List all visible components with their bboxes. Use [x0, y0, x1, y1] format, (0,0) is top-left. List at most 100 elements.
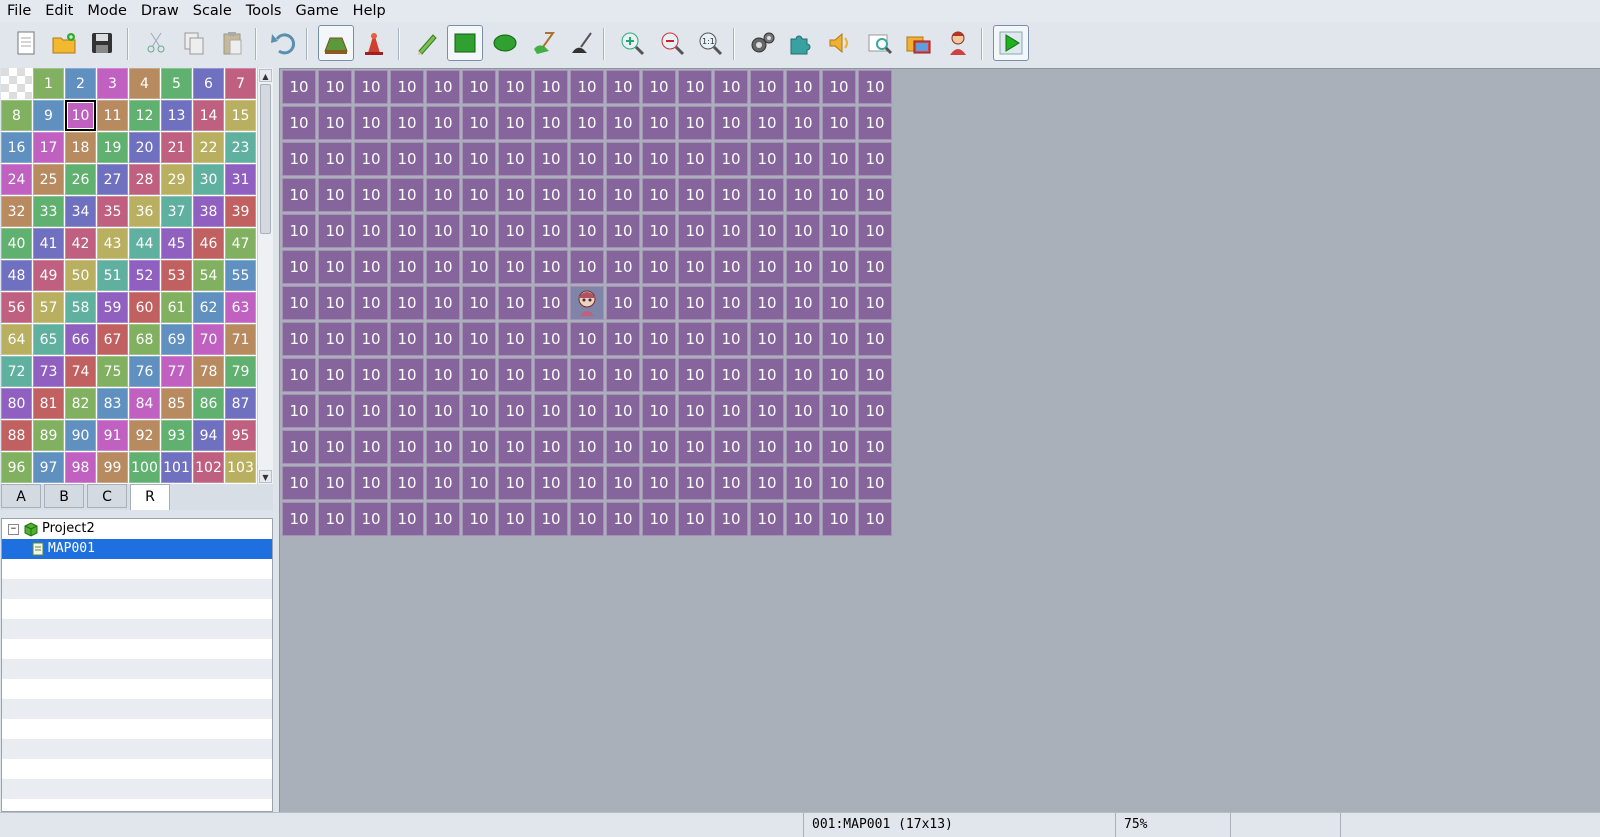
- map-tile[interactable]: 10: [678, 286, 712, 320]
- map-tile[interactable]: 10: [354, 358, 388, 392]
- palette-scrollbar[interactable]: ▲ ▼: [257, 68, 273, 484]
- menu-edit[interactable]: Edit: [38, 0, 80, 22]
- map-tile[interactable]: 10: [498, 70, 532, 104]
- palette-tile[interactable]: 28: [129, 164, 160, 195]
- map-tile[interactable]: 10: [570, 250, 604, 284]
- map-tile[interactable]: 10: [750, 322, 784, 356]
- map-tile[interactable]: 10: [606, 142, 640, 176]
- map-tile[interactable]: 10: [318, 358, 352, 392]
- zoom-out-button[interactable]: [654, 25, 690, 61]
- map-tile[interactable]: 10: [282, 142, 316, 176]
- menu-draw[interactable]: Draw: [134, 0, 186, 22]
- palette-tile[interactable]: 12: [129, 100, 160, 131]
- map-tile[interactable]: 10: [678, 502, 712, 536]
- map-tile[interactable]: 10: [498, 178, 532, 212]
- palette-tile[interactable]: 7: [225, 68, 256, 99]
- palette-tile[interactable]: 20: [129, 132, 160, 163]
- map-tile[interactable]: 10: [282, 106, 316, 140]
- map-tile[interactable]: 10: [714, 322, 748, 356]
- palette-tile[interactable]: 4: [129, 68, 160, 99]
- map-tile[interactable]: 10: [318, 106, 352, 140]
- map-tile[interactable]: 10: [642, 322, 676, 356]
- map-tile[interactable]: 10: [498, 430, 532, 464]
- map-tile[interactable]: 10: [678, 70, 712, 104]
- palette-tile[interactable]: 75: [97, 356, 128, 387]
- map-tile[interactable]: 10: [354, 214, 388, 248]
- map-tile[interactable]: 10: [570, 70, 604, 104]
- map-tile[interactable]: 10: [714, 466, 748, 500]
- palette-tile[interactable]: 3: [97, 68, 128, 99]
- map-tile[interactable]: 10: [534, 286, 568, 320]
- map-tile[interactable]: 10: [498, 466, 532, 500]
- map-tile[interactable]: 10: [534, 430, 568, 464]
- palette-tile[interactable]: 42: [65, 228, 96, 259]
- map-tile[interactable]: 10: [606, 286, 640, 320]
- map-tile[interactable]: 10: [390, 358, 424, 392]
- map-tile[interactable]: 10: [606, 394, 640, 428]
- map-tile[interactable]: 10: [606, 466, 640, 500]
- zoom-actual-button[interactable]: 1:1: [692, 25, 728, 61]
- map-mode-button[interactable]: [318, 25, 354, 61]
- scroll-thumb[interactable]: [260, 84, 271, 234]
- map-tile[interactable]: 10: [354, 430, 388, 464]
- map-tile[interactable]: 10: [498, 214, 532, 248]
- map-tile[interactable]: 10: [282, 178, 316, 212]
- map-tile[interactable]: 10: [534, 358, 568, 392]
- palette-tile[interactable]: 33: [33, 196, 64, 227]
- map-tile[interactable]: 10: [822, 70, 856, 104]
- map-tile[interactable]: 10: [570, 430, 604, 464]
- palette-tile[interactable]: 78: [193, 356, 224, 387]
- map-tile[interactable]: 10: [462, 286, 496, 320]
- map-tile[interactable]: 10: [498, 358, 532, 392]
- scroll-up-icon[interactable]: ▲: [259, 69, 272, 82]
- map-tile[interactable]: 10: [858, 430, 892, 464]
- menu-scale[interactable]: Scale: [186, 0, 239, 22]
- map-tile[interactable]: 10: [498, 322, 532, 356]
- tab-c[interactable]: C: [87, 484, 127, 508]
- palette-tile[interactable]: 101: [161, 452, 192, 483]
- palette-tile-empty[interactable]: [1, 68, 32, 99]
- map-tile[interactable]: 10: [390, 214, 424, 248]
- map-tile[interactable]: 10: [786, 214, 820, 248]
- map-tile[interactable]: 10: [858, 466, 892, 500]
- map-tile[interactable]: 10: [462, 430, 496, 464]
- map-tile[interactable]: 10: [570, 466, 604, 500]
- map-tile[interactable]: 10: [390, 178, 424, 212]
- map-tile[interactable]: 10: [750, 214, 784, 248]
- map-tile[interactable]: 10: [390, 250, 424, 284]
- map-tile[interactable]: 10: [822, 502, 856, 536]
- collapse-icon[interactable]: −: [8, 523, 19, 535]
- map-tile[interactable]: 10: [318, 286, 352, 320]
- tree-node-project[interactable]: − Project2: [2, 519, 272, 539]
- event-mode-button[interactable]: [356, 25, 392, 61]
- map-tile[interactable]: 10: [642, 70, 676, 104]
- map-tile[interactable]: 10: [318, 214, 352, 248]
- map-tile[interactable]: 10: [750, 250, 784, 284]
- map-tile[interactable]: 10: [354, 286, 388, 320]
- map-tile[interactable]: 10: [426, 250, 460, 284]
- save-project-button[interactable]: [84, 25, 120, 61]
- map-tile[interactable]: 10: [534, 394, 568, 428]
- map-tile[interactable]: 10: [390, 466, 424, 500]
- map-tile[interactable]: 10: [354, 394, 388, 428]
- map-tile[interactable]: 10: [354, 466, 388, 500]
- palette-tile[interactable]: 1: [33, 68, 64, 99]
- palette-tile[interactable]: 27: [97, 164, 128, 195]
- map-tile[interactable]: 10: [282, 250, 316, 284]
- map-tile[interactable]: 10: [426, 178, 460, 212]
- palette-tile[interactable]: 69: [161, 324, 192, 355]
- palette-tile[interactable]: 89: [33, 420, 64, 451]
- map-tile[interactable]: 10: [570, 214, 604, 248]
- map-tile[interactable]: 10: [786, 286, 820, 320]
- zoom-in-button[interactable]: [614, 25, 650, 61]
- map-tile[interactable]: 10: [390, 322, 424, 356]
- palette-tile[interactable]: 66: [65, 324, 96, 355]
- map-tile[interactable]: 10: [678, 142, 712, 176]
- map-tile[interactable]: 10: [390, 70, 424, 104]
- map-tile[interactable]: 10: [498, 250, 532, 284]
- map-tile[interactable]: 10: [426, 394, 460, 428]
- palette-tile[interactable]: 47: [225, 228, 256, 259]
- map-tile[interactable]: 10: [426, 214, 460, 248]
- palette-tile[interactable]: 2: [65, 68, 96, 99]
- map-tile[interactable]: 10: [858, 214, 892, 248]
